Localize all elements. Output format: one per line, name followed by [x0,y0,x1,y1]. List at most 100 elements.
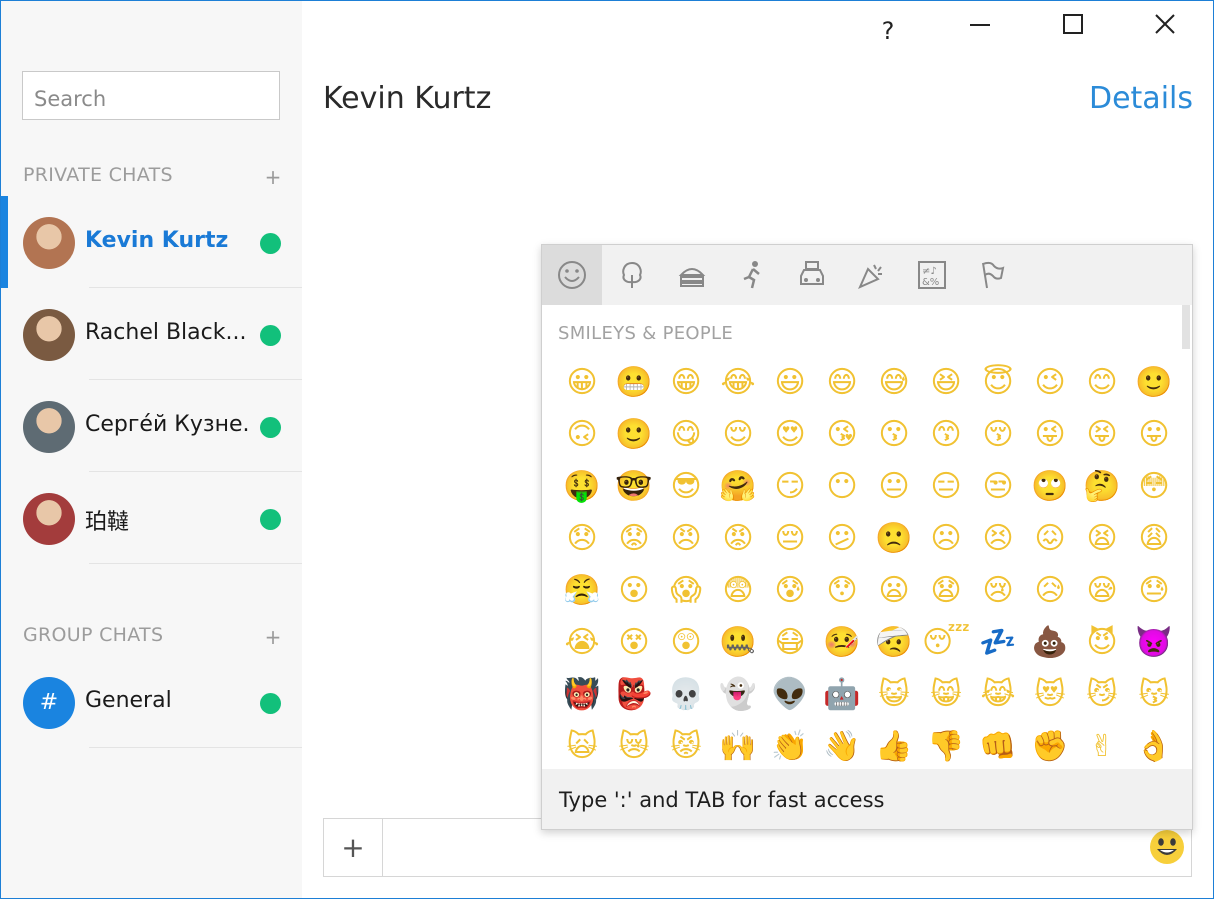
emoji-option[interactable]: 🤔 [1076,461,1128,513]
emoji-option[interactable]: 🤗 [712,461,764,513]
emoji-option[interactable]: 😦 [868,565,920,617]
emoji-option[interactable]: 😹 [972,669,1024,721]
emoji-option[interactable]: 😜 [1024,409,1076,461]
emoji-option[interactable]: 😭 [556,617,608,669]
emoji-picker-button[interactable] [1149,829,1185,865]
emoji-option[interactable]: 😂 [712,357,764,409]
emoji-option[interactable]: 😬 [608,357,660,409]
add-attachment-button[interactable]: + [324,819,383,876]
emoji-option[interactable]: 👍 [868,721,920,770]
emoji-option[interactable]: 😥 [1024,565,1076,617]
emoji-option[interactable]: 👺 [608,669,660,721]
emoji-option[interactable]: 😻 [1024,669,1076,721]
emoji-option[interactable]: 👊 [972,721,1024,770]
emoji-option[interactable]: 😗 [868,409,920,461]
emoji-option[interactable]: 😵 [608,617,660,669]
emoji-option[interactable]: 😫 [1076,513,1128,565]
emoji-option[interactable]: 😼 [1076,669,1128,721]
add-private-chat-button[interactable]: + [263,165,283,189]
emoji-option[interactable]: 🤕 [868,617,920,669]
emoji-option[interactable]: 👹 [556,669,608,721]
emoji-option[interactable]: 👽 [764,669,816,721]
scrollbar[interactable] [1182,305,1190,349]
emoji-option[interactable]: 😱 [660,565,712,617]
emoji-option[interactable]: 😲 [660,617,712,669]
emoji-option[interactable]: 💀 [660,669,712,721]
emoji-option[interactable]: 😐 [868,461,920,513]
emoji-option[interactable]: 😯 [816,565,868,617]
emoji-option[interactable]: 🤑 [556,461,608,513]
emoji-option[interactable]: 😪 [1076,565,1128,617]
emoji-option[interactable]: 😆 [920,357,972,409]
emoji-option[interactable]: 😉 [1024,357,1076,409]
emoji-option[interactable]: ✊ [1024,721,1076,770]
tab-activity[interactable] [722,245,782,305]
emoji-option[interactable]: 👋 [816,721,868,770]
emoji-option[interactable]: 😴 [920,617,972,669]
emoji-option[interactable]: 😝 [1076,409,1128,461]
emoji-option[interactable]: 😮 [608,565,660,617]
emoji-option[interactable]: 😶 [816,461,868,513]
private-chat-item[interactable]: Сергéй Кузне... [1,380,302,472]
emoji-option[interactable]: 😌 [712,409,764,461]
tab-objects[interactable] [842,245,902,305]
emoji-option[interactable]: 🙄 [1024,461,1076,513]
emoji-option[interactable]: 😁 [660,357,712,409]
emoji-option[interactable]: 😅 [868,357,920,409]
emoji-option[interactable]: 😃 [764,357,816,409]
emoji-option[interactable]: 🙌 [712,721,764,770]
emoji-option[interactable]: 👿 [1128,617,1180,669]
tab-smileys[interactable] [542,245,602,305]
emoji-option[interactable]: ✌ [1076,721,1128,770]
emoji-option[interactable]: 😍 [764,409,816,461]
private-chat-item[interactable]: Rachel Black... [1,288,302,380]
emoji-option[interactable]: 🤓 [608,461,660,513]
emoji-option[interactable]: 😇 [972,357,1024,409]
group-chat-general[interactable]: # General [1,656,302,748]
emoji-option[interactable]: 😀 [556,357,608,409]
emoji-option[interactable]: 😤 [556,565,608,617]
emoji-option[interactable]: 😈 [1076,617,1128,669]
help-button[interactable]: ? [868,17,908,45]
emoji-option[interactable]: 😞 [556,513,608,565]
details-link[interactable]: Details [1089,81,1193,116]
emoji-option[interactable]: 😷 [764,617,816,669]
emoji-option[interactable]: 🙂 [608,409,660,461]
emoji-option[interactable]: 🙀 [556,721,608,770]
emoji-option[interactable]: 👌 [1128,721,1180,770]
emoji-option[interactable]: 😢 [972,565,1024,617]
emoji-option[interactable]: 😿 [608,721,660,770]
emoji-option[interactable]: 😺 [868,669,920,721]
emoji-option[interactable]: 😣 [972,513,1024,565]
tab-nature[interactable] [602,245,662,305]
emoji-option[interactable]: 😡 [712,513,764,565]
emoji-option[interactable]: 😑 [920,461,972,513]
emoji-option[interactable]: 😾 [660,721,712,770]
tab-flags[interactable] [962,245,1022,305]
emoji-option[interactable]: 😕 [816,513,868,565]
private-chat-item[interactable]: Kevin Kurtz [1,196,302,288]
emoji-option[interactable]: 🤐 [712,617,764,669]
emoji-option[interactable]: 🤒 [816,617,868,669]
emoji-option[interactable]: ☹ [920,513,972,565]
emoji-option[interactable]: 😟 [608,513,660,565]
emoji-option[interactable]: 😨 [712,565,764,617]
emoji-option[interactable]: 💩 [1024,617,1076,669]
emoji-option[interactable]: 😒 [972,461,1024,513]
emoji-option[interactable]: 😸 [920,669,972,721]
private-chat-item[interactable]: 珀韃 [1,472,302,564]
emoji-option[interactable]: 😠 [660,513,712,565]
search-input[interactable]: Search [22,71,280,120]
emoji-option[interactable]: 😊 [1076,357,1128,409]
emoji-option[interactable]: 😽 [1128,669,1180,721]
emoji-option[interactable]: 😛 [1128,409,1180,461]
tab-symbols[interactable]: ≠♪ &% [902,245,962,305]
emoji-option[interactable]: 💤 [972,617,1024,669]
emoji-option[interactable]: 🙃 [556,409,608,461]
emoji-option[interactable]: 😓 [1128,565,1180,617]
emoji-option[interactable]: 😙 [920,409,972,461]
add-group-chat-button[interactable]: + [263,625,283,649]
emoji-option[interactable]: 👏 [764,721,816,770]
emoji-option[interactable]: 👻 [712,669,764,721]
emoji-option[interactable]: 😩 [1128,513,1180,565]
